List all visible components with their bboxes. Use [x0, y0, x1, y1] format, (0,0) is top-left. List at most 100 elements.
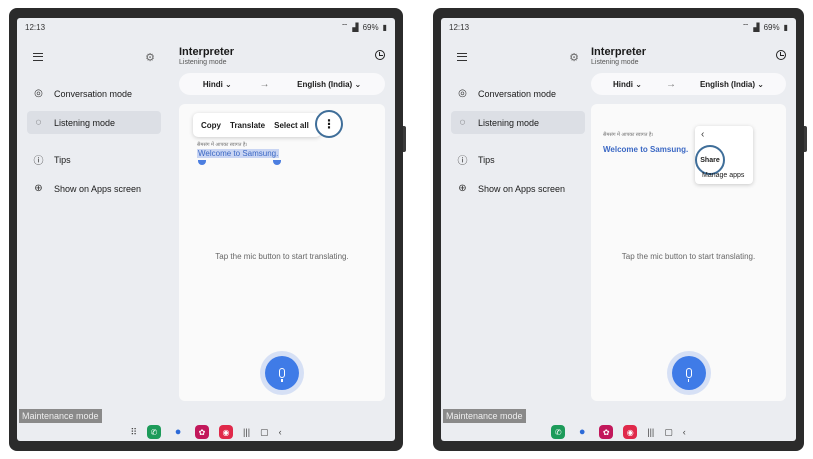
sidebar-item-listening-mode[interactable]: ◌ Listening mode — [451, 111, 585, 134]
gallery-app-icon[interactable]: ✿ — [195, 425, 210, 439]
maintenance-mode-label: Maintenance mode — [19, 409, 102, 423]
sidebar-item-tips[interactable]: ⓘ Tips — [27, 148, 161, 171]
status-time: 12:13 — [25, 22, 46, 32]
sidebar-item-show-on-apps[interactable]: ⊕ Show on Apps screen — [27, 177, 161, 200]
sidebar-item-label: Show on Apps screen — [478, 183, 566, 194]
apps-grid-icon[interactable]: ⠿ — [130, 427, 137, 438]
settings-icon[interactable]: ⚙ — [145, 51, 155, 64]
main-panel: Interpreter Listening mode Hindi ⌄ → Eng… — [179, 46, 385, 401]
translated-text: Welcome to Samsung. — [603, 145, 689, 154]
wifi-icon: ⌔ — [340, 22, 349, 31]
selection-handle-end[interactable] — [273, 160, 281, 165]
history-icon[interactable] — [375, 50, 385, 60]
settings-icon[interactable]: ⚙ — [569, 51, 579, 64]
messages-app-icon[interactable]: ● — [575, 425, 589, 439]
mic-hint: Tap the mic button to start translating. — [215, 252, 349, 261]
sidebar-item-conversation-mode[interactable]: ◎ Conversation mode — [451, 82, 585, 105]
home-icon[interactable]: ▢ — [664, 427, 673, 438]
maintenance-mode-label: Maintenance mode — [443, 409, 526, 423]
translate-button[interactable]: Translate — [230, 121, 265, 130]
sidebar-nav: ◎ Conversation mode ◌ Listening mode ⓘ T… — [27, 82, 161, 200]
back-arrow-icon[interactable]: ‹ — [701, 129, 704, 140]
back-icon[interactable]: ‹ — [279, 427, 282, 437]
conversation-icon: ◎ — [458, 88, 467, 99]
info-icon: ⓘ — [457, 156, 468, 167]
recents-icon[interactable]: ||| — [647, 427, 654, 437]
page-subtitle: Listening mode — [591, 59, 639, 66]
share-button[interactable]: Share — [695, 145, 725, 175]
selected-text[interactable]: Welcome to Samsung. — [197, 149, 280, 158]
select-all-button[interactable]: Select all — [274, 121, 309, 130]
status-bar: 12:13 ⌔ ▟ 69% ▮ — [17, 18, 395, 36]
more-options-icon[interactable]: ⋮ — [315, 110, 343, 138]
battery-level: 69% — [362, 22, 379, 32]
side-button — [403, 126, 406, 152]
sidebar-nav: ◎ Conversation mode ◌ Listening mode ⓘ T… — [451, 82, 585, 200]
mic-hint: Tap the mic button to start translating. — [621, 252, 756, 261]
tablet-right: 12:13 ⌔ ▟ 69% ▮ ⚙ ◎ Conversation mode ◌ … — [433, 8, 807, 451]
sidebar-item-conversation-mode[interactable]: ◎ Conversation mode — [27, 82, 161, 105]
screen-left: 12:13 ⌔ ▟ 69% ▮ ⚙ ◎ Conversation mode ◌ … — [17, 18, 395, 441]
history-icon[interactable] — [776, 50, 786, 60]
listening-icon: ◌ — [35, 117, 42, 128]
menu-icon[interactable] — [457, 53, 467, 61]
transcript-card: सैमसंग में आपका स्वागत है। Welcome to Sa… — [591, 104, 786, 401]
recents-icon[interactable]: ||| — [243, 427, 250, 437]
tablet-left: 12:13 ⌔ ▟ 69% ▮ ⚙ ◎ Conversation mode ◌ … — [9, 8, 406, 451]
language-bar: Hindi ⌄ → English (India) ⌄ — [179, 73, 385, 95]
manage-apps-button[interactable]: Manage apps — [702, 172, 744, 179]
menu-icon[interactable] — [33, 53, 43, 61]
sidebar-item-label: Listening mode — [478, 117, 540, 128]
mic-icon — [685, 368, 692, 382]
sidebar-item-show-on-apps[interactable]: ⊕ Show on Apps screen — [451, 177, 585, 200]
status-time: 12:13 — [449, 22, 470, 32]
add-icon: ⊕ — [34, 183, 43, 194]
page-title: Interpreter — [591, 46, 647, 58]
phone-app-icon[interactable]: ✆ — [147, 425, 162, 439]
transcript-card: Copy Translate Select all ⋮ सैमसंग में आ… — [179, 104, 385, 401]
sidebar-item-label: Show on Apps screen — [54, 183, 142, 194]
source-language-select[interactable]: Hindi ⌄ — [203, 80, 232, 89]
mic-button[interactable] — [260, 351, 304, 395]
copy-button[interactable]: Copy — [201, 121, 221, 130]
source-language-select[interactable]: Hindi ⌄ — [613, 80, 642, 89]
source-text: सैमसंग में आपका स्वागत है। — [197, 142, 248, 148]
gallery-app-icon[interactable]: ✿ — [599, 425, 614, 439]
sidebar-item-listening-mode[interactable]: ◌ Listening mode — [27, 111, 161, 134]
home-icon[interactable]: ▢ — [260, 427, 269, 438]
taskbar: ✆ ● ✿ ◉ ||| ▢ ‹ — [441, 423, 796, 441]
battery-level: 69% — [763, 22, 780, 32]
stage: 12:13 ⌔ ▟ 69% ▮ ⚙ ◎ Conversation mode ◌ … — [0, 0, 813, 459]
add-icon: ⊕ — [458, 183, 467, 194]
target-language-select[interactable]: English (India) ⌄ — [700, 80, 764, 89]
messages-app-icon[interactable]: ● — [171, 425, 185, 439]
side-button — [804, 126, 807, 152]
sidebar-item-label: Tips — [478, 154, 495, 165]
sidebar-item-label: Conversation mode — [478, 88, 557, 99]
signal-icon: ▟ — [753, 22, 760, 32]
battery-icon: ▮ — [783, 22, 788, 32]
back-icon[interactable]: ‹ — [683, 427, 686, 437]
signal-icon: ▟ — [352, 22, 359, 32]
phone-app-icon[interactable]: ✆ — [551, 425, 566, 439]
battery-icon: ▮ — [382, 22, 387, 32]
source-text: सैमसंग में आपका स्वागत है। — [603, 132, 654, 138]
sidebar-item-tips[interactable]: ⓘ Tips — [451, 148, 585, 171]
wifi-icon: ⌔ — [741, 22, 750, 31]
camera-app-icon[interactable]: ◉ — [219, 425, 234, 439]
selection-handle-start[interactable] — [198, 160, 206, 165]
info-icon: ⓘ — [33, 156, 44, 167]
text-context-menu: Copy Translate Select all ⋮ — [193, 110, 343, 138]
sidebar-item-label: Conversation mode — [54, 88, 133, 99]
mic-button[interactable] — [666, 351, 711, 395]
conversation-icon: ◎ — [34, 88, 43, 99]
camera-app-icon[interactable]: ◉ — [623, 425, 638, 439]
taskbar: ⠿ ✆ ● ✿ ◉ ||| ▢ ‹ — [17, 423, 395, 441]
language-bar: Hindi ⌄ → English (India) ⌄ — [591, 73, 786, 95]
page-title: Interpreter — [179, 46, 235, 58]
target-language-select[interactable]: English (India) ⌄ — [297, 80, 361, 89]
more-options-popup: ‹ Share Manage apps — [695, 126, 753, 184]
sidebar: ⚙ ◎ Conversation mode ◌ Listening mode ⓘ… — [451, 46, 585, 393]
sidebar-item-label: Listening mode — [54, 117, 116, 128]
sidebar-item-label: Tips — [54, 154, 71, 165]
